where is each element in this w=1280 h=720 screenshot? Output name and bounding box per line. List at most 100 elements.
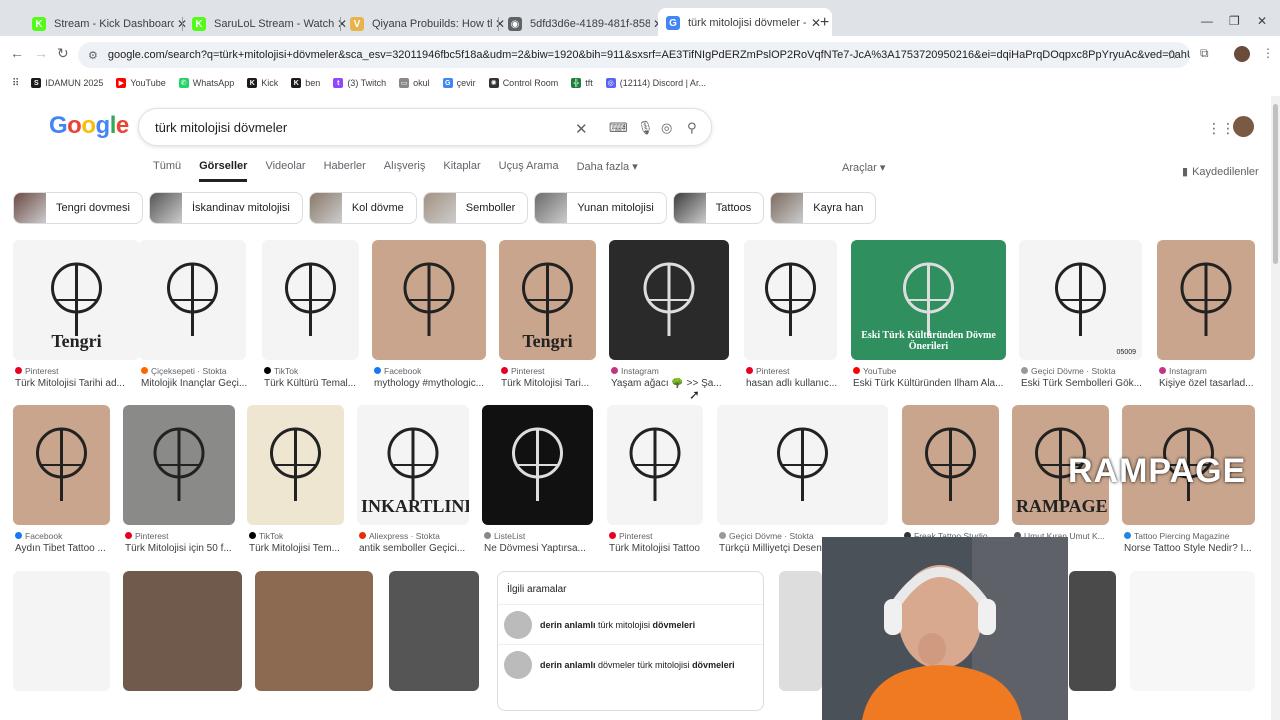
nav-tab[interactable]: Uçuş Arama — [499, 160, 559, 182]
browser-tab[interactable]: ◉5dfd3d6e-4189-481f-8582-49✕ — [500, 10, 674, 38]
refinement-chip[interactable]: Tengri dovmesi — [13, 192, 143, 224]
bookmark-item[interactable]: Gçevir — [442, 78, 476, 88]
browser-tab[interactable]: KSaruLoL Stream - Watch Live on✕ — [184, 10, 358, 38]
image-thumbnail[interactable]: Tengri — [13, 240, 140, 360]
image-thumbnail[interactable] — [262, 240, 359, 360]
menu-kebab-icon[interactable]: ⋮ — [1262, 46, 1274, 60]
image-source[interactable]: Aliexpress · Stokta — [359, 531, 471, 541]
minimize-icon[interactable]: — — [1201, 14, 1213, 28]
image-source[interactable]: Pinterest — [15, 366, 142, 376]
google-logo[interactable]: Google — [49, 112, 129, 140]
image-thumbnail[interactable]: Tengri — [499, 240, 596, 360]
image-thumbnail[interactable] — [482, 405, 593, 525]
image-thumbnail[interactable] — [609, 240, 729, 360]
image-caption[interactable]: Eski Türk Sembolleri Gök... — [1021, 378, 1144, 389]
image-thumbnail[interactable] — [372, 240, 486, 360]
image-thumbnail[interactable] — [123, 571, 242, 691]
image-thumbnail[interactable] — [255, 571, 373, 691]
image-thumbnail[interactable] — [123, 405, 235, 525]
nav-tab[interactable]: Görseller — [199, 160, 248, 182]
image-thumbnail[interactable] — [1157, 240, 1255, 360]
image-thumbnail[interactable] — [744, 240, 837, 360]
bookmark-star-icon[interactable]: ☆ — [1166, 47, 1178, 63]
image-caption[interactable]: Aydın Tibet Tattoo ... — [15, 543, 112, 554]
image-thumbnail[interactable] — [13, 571, 110, 691]
bookmark-item[interactable]: Kben — [291, 78, 320, 88]
refinement-chip[interactable]: Yunan mitolojisi — [534, 192, 667, 224]
image-thumbnail[interactable]: 05009 — [1019, 240, 1142, 360]
image-caption[interactable]: Türk Mitolojisi Tari... — [501, 378, 598, 389]
image-thumbnail[interactable] — [1130, 571, 1255, 691]
browser-tab[interactable]: KStream - Kick Dashboard✕ — [24, 10, 198, 38]
image-caption[interactable]: hasan adlı kullanıc... — [746, 378, 839, 389]
image-caption[interactable]: Mitolojik İnançlar Geçi... — [141, 378, 248, 389]
image-source[interactable]: ListeList — [484, 531, 595, 541]
keyboard-icon[interactable]: ⌨ — [609, 120, 628, 136]
tools-button[interactable]: Araçlar ▾ — [842, 161, 885, 174]
clear-icon[interactable]: ✕ — [575, 120, 588, 138]
bookmark-item[interactable]: ╬ tft — [571, 78, 593, 88]
image-thumbnail[interactable] — [139, 240, 246, 360]
image-caption[interactable]: Türk Mitolojisi Tattoo — [609, 543, 705, 554]
image-caption[interactable]: antik semboller Geçici... — [359, 543, 471, 554]
reload-icon[interactable]: ↻ — [57, 45, 69, 62]
bookmark-item[interactable]: ✆ WhatsApp — [178, 78, 234, 88]
browser-tab[interactable]: Gtürk mitolojisi dövmeler - Goog✕ — [658, 8, 832, 38]
bookmark-item[interactable]: ▶ YouTube — [116, 78, 166, 88]
profile-avatar[interactable] — [1234, 46, 1250, 62]
nav-tab[interactable]: Daha fazla ▾ — [577, 160, 638, 182]
bookmark-item[interactable]: K Kick — [247, 78, 278, 88]
bookmark-item[interactable]: t (3) Twitch — [333, 78, 386, 88]
image-thumbnail[interactable] — [389, 571, 479, 691]
image-thumbnail[interactable] — [247, 405, 344, 525]
image-source[interactable]: Pinterest — [125, 531, 237, 541]
search-icon[interactable]: ⚲ — [687, 120, 697, 136]
maximize-icon[interactable]: ❐ — [1229, 14, 1240, 28]
extensions-icon[interactable]: ⧉ — [1200, 46, 1209, 61]
image-caption[interactable]: Türk Kültürü Temal... — [264, 378, 361, 389]
image-source[interactable]: Çiçeksepeti · Stokta — [141, 366, 248, 376]
image-thumbnail[interactable]: Eski Türk Kültüründen Dövme Önerileri — [851, 240, 1006, 360]
image-thumbnail[interactable] — [717, 405, 888, 525]
image-caption[interactable]: Türk Mitolojisi Tarihi ad... — [15, 378, 142, 389]
image-source[interactable]: Tattoo Piercing Magazine — [1124, 531, 1257, 541]
image-source[interactable]: Instagram — [1159, 366, 1257, 376]
related-search-item[interactable]: derin anlamlı türk mitolojisi dövmeleri — [498, 604, 763, 644]
refinement-chip[interactable]: Kayra han — [770, 192, 877, 224]
image-caption[interactable]: Kişiye özel tasarlad... — [1159, 378, 1257, 389]
bookmark-item[interactable]: ◎ (12114) Discord | Ar... — [605, 78, 706, 88]
image-source[interactable]: Pinterest — [501, 366, 598, 376]
scrollbar-thumb[interactable] — [1273, 104, 1278, 264]
nav-tab[interactable]: Haberler — [324, 160, 366, 182]
image-caption[interactable]: mythology #mythologic... — [374, 378, 488, 389]
saved-button[interactable]: ▮ Kaydedilenler — [1182, 165, 1259, 178]
image-caption[interactable]: Norse Tattoo Style Nedir? İ... — [1124, 543, 1257, 554]
image-source[interactable]: Geçici Dövme · Stokta — [1021, 366, 1144, 376]
nav-tab[interactable]: Alışveriş — [384, 160, 426, 182]
image-thumbnail[interactable]: INKARTLINK — [357, 405, 469, 525]
bookmark-item[interactable]: S IDAMUN 2025 — [31, 78, 103, 88]
refinement-chip[interactable]: Semboller — [422, 192, 529, 224]
image-thumbnail[interactable] — [607, 405, 703, 525]
site-info-icon[interactable]: ⚙ — [88, 49, 98, 62]
image-source[interactable]: Instagram — [611, 366, 731, 376]
image-thumbnail[interactable] — [902, 405, 999, 525]
image-caption[interactable]: Türk Mitolojisi Tem... — [249, 543, 346, 554]
address-bar[interactable]: ⚙ google.com/search?q=türk+mitolojisi+dö… — [78, 42, 1190, 68]
nav-tab[interactable]: Videolar — [265, 160, 305, 182]
image-thumbnail[interactable] — [1069, 571, 1116, 691]
image-source[interactable]: TikTok — [249, 531, 346, 541]
image-source[interactable]: TikTok — [264, 366, 361, 376]
search-box[interactable]: ✕ ⌨ 🎙 ◎ ⚲ — [138, 108, 712, 146]
refinement-chip[interactable]: İskandinav mitolojisi — [148, 192, 303, 224]
image-caption[interactable]: Eski Türk Kültüründen İlham Ala... — [853, 378, 1008, 389]
image-thumbnail[interactable] — [13, 405, 110, 525]
image-source[interactable]: YouTube — [853, 366, 1008, 376]
microphone-icon[interactable]: 🎙 — [637, 120, 654, 136]
image-source[interactable]: Facebook — [15, 531, 112, 541]
image-caption[interactable]: Ne Dövmesi Yaptırsa... — [484, 543, 595, 554]
account-avatar[interactable] — [1233, 116, 1254, 137]
apps-shortcut[interactable]: ⠿ — [12, 78, 19, 89]
related-search-item[interactable]: derin anlamlı dövmeler türk mitolojisi d… — [498, 644, 763, 684]
image-source[interactable]: Pinterest — [746, 366, 839, 376]
